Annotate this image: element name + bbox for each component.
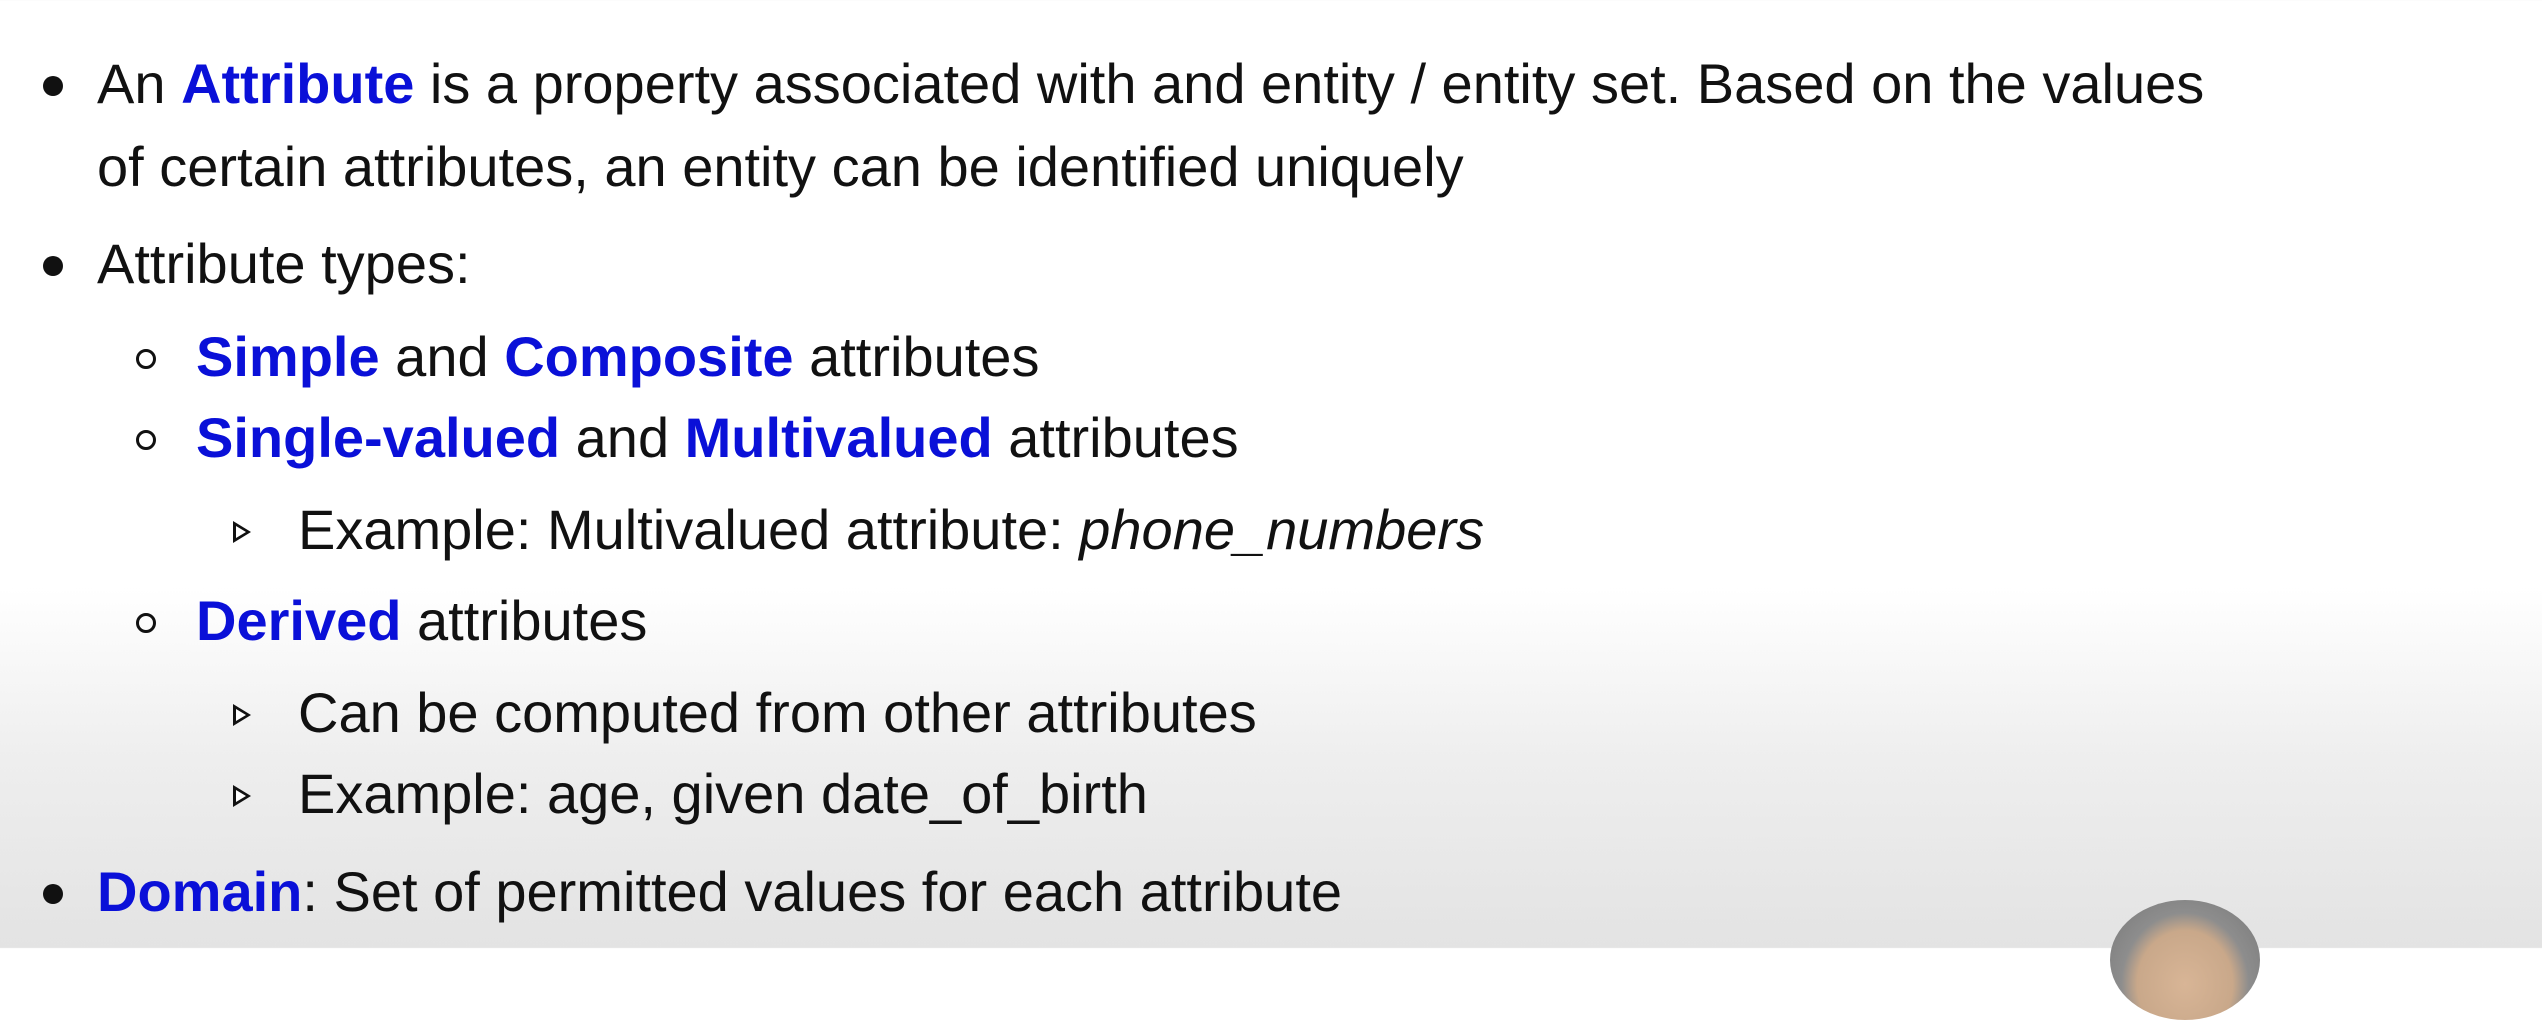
term-single-valued: Single-valued (196, 406, 561, 469)
text: and (379, 325, 505, 388)
circle-bullet-icon (136, 613, 156, 633)
text: An (97, 52, 182, 115)
derived-description: Can be computed from other attributes (298, 681, 1257, 744)
attribute-definition: An Attribute is a property associated wi… (97, 52, 2204, 116)
term-attribute: Attribute (181, 52, 415, 115)
text: attributes (793, 325, 1040, 388)
term-composite: Composite (504, 325, 794, 388)
bullet-icon (43, 76, 63, 96)
attribute-types-heading: Attribute types: (97, 232, 471, 295)
presenter-video-head (2110, 900, 2260, 1020)
term-derived: Derived (196, 589, 402, 652)
term-multivalued: Multivalued (684, 406, 993, 469)
derived-example: Example: age, given date_of_birth (298, 762, 1148, 825)
text: attributes (401, 589, 648, 652)
text: and (560, 406, 685, 469)
triangle-bullet-icon (233, 521, 251, 543)
circle-bullet-icon (136, 430, 156, 450)
term-simple: Simple (196, 325, 380, 388)
derived-item: Derived attributes (196, 589, 647, 653)
text: : Set of permitted values for each attri… (302, 860, 1343, 923)
attribute-definition-cont: of certain attributes, an entity can be … (97, 135, 1464, 198)
multivalued-example: Example: Multivalued attribute: phone_nu… (298, 498, 1484, 562)
text: is a property associated with and entity… (414, 52, 2205, 115)
text: Example: Multivalued attribute: (298, 498, 1080, 561)
single-multivalued-item: Single-valued and Multivalued attributes (196, 406, 1239, 470)
bullet-icon (43, 884, 63, 904)
triangle-bullet-icon (233, 785, 251, 807)
simple-composite-item: Simple and Composite attributes (196, 325, 1039, 389)
triangle-bullet-icon (233, 704, 251, 726)
text: attributes (992, 406, 1239, 469)
example-phone-numbers: phone_numbers (1079, 498, 1485, 561)
bullet-icon (43, 256, 63, 276)
term-domain: Domain (97, 860, 303, 923)
circle-bullet-icon (136, 349, 156, 369)
domain-item: Domain: Set of permitted values for each… (97, 860, 1342, 924)
